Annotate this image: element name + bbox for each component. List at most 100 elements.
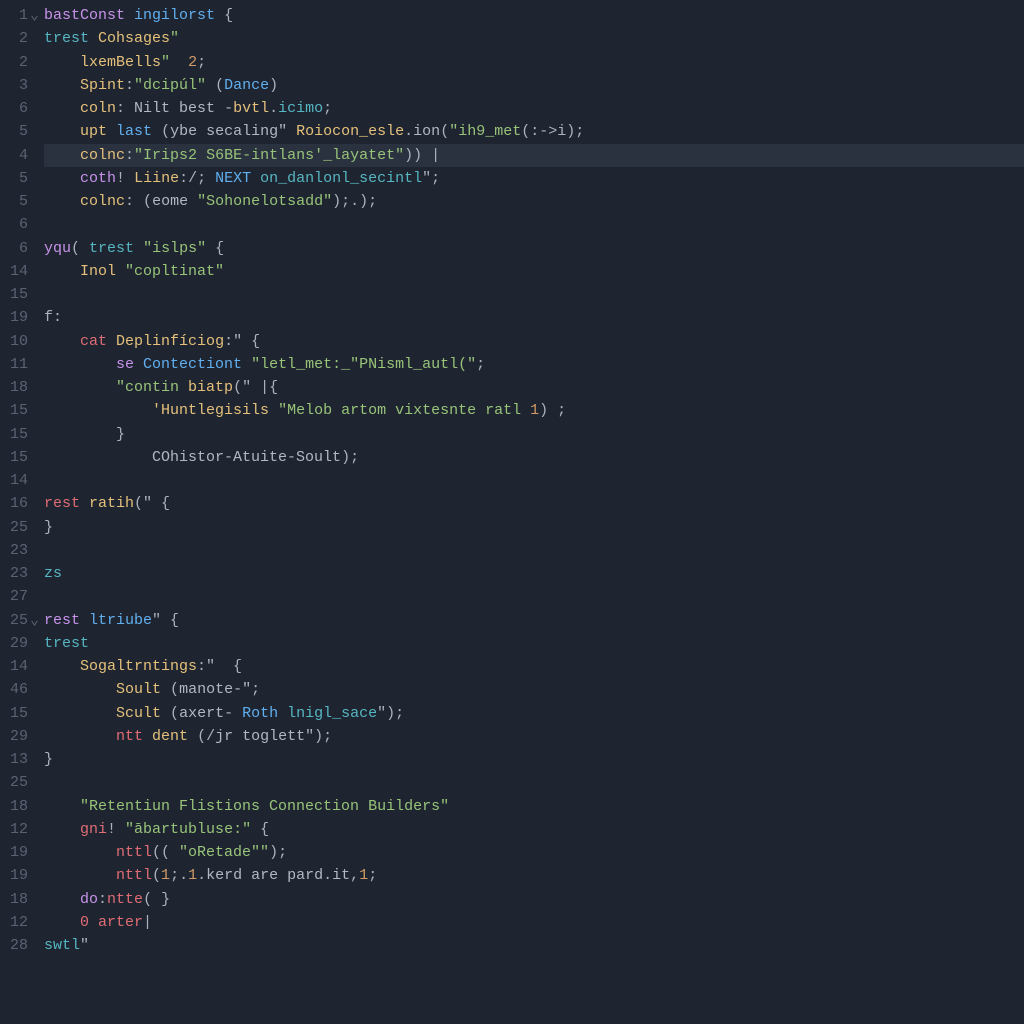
code-token: ion [413,123,440,140]
line-number: 25 [4,516,28,539]
code-token: cat [80,333,107,350]
code-line[interactable]: Inol "copltinat" [44,260,1024,283]
code-token [80,495,89,512]
code-line[interactable]: Spint:"dcipúl" (Dance) [44,74,1024,97]
code-token: coln [80,100,116,117]
code-token [188,728,197,745]
code-line[interactable]: upt last (ybe secaling" Roiocon_esle.ion… [44,120,1024,143]
line-number: 15 [4,702,28,725]
code-line[interactable]: se Contectiont "letl_met:_"PNisml_autl("… [44,353,1024,376]
code-token: ! [116,170,125,187]
code-token: ; [323,100,332,117]
code-token: 0 arter [80,914,143,931]
code-line[interactable]: "Retentiun Flistions Connection Builders… [44,795,1024,818]
code-line[interactable]: ntt dent (/jr toglett"); [44,725,1024,748]
code-token: ); [341,449,359,466]
code-token: Cohsages [98,30,170,47]
line-number: 46 [4,678,28,701]
code-line[interactable]: } [44,516,1024,539]
code-line[interactable]: trest Cohsages" [44,27,1024,50]
code-token: Nilt best [134,100,224,117]
code-line[interactable]: Scult (axert- Roth lnigl_sace"); [44,702,1024,725]
code-line[interactable]: f: [44,306,1024,329]
code-line[interactable] [44,585,1024,608]
code-line[interactable]: rest ratih(" { [44,492,1024,515]
code-line[interactable]: yqu( trest "islps" { [44,237,1024,260]
code-line[interactable]: nttl(( "oRetade""); [44,841,1024,864]
code-token: axert- [179,705,242,722]
code-token [206,77,215,94]
code-line[interactable] [44,771,1024,794]
code-token: (:->i); [521,123,584,140]
code-token: zs [44,565,62,582]
code-line[interactable]: cat Deplinfíciog:" { [44,330,1024,353]
code-line[interactable]: do:ntte( } [44,888,1024,911]
code-token: " { [152,612,179,629]
code-line[interactable] [44,283,1024,306]
code-line[interactable]: swtl" [44,934,1024,957]
code-token: { [215,240,224,257]
code-token: : [98,891,107,908]
code-line[interactable]: "contin biatp(" |{ [44,376,1024,399]
code-token: . [197,867,206,884]
code-token: (( [152,844,179,861]
code-token: trest [89,240,134,257]
code-token: : [125,77,134,94]
code-line[interactable]: lxemBells" 2; [44,51,1024,74]
code-line[interactable]: ⌄bastConst ingilorst { [44,4,1024,27]
code-line[interactable]: COhistor-Atuite-Soult); [44,446,1024,469]
code-line[interactable]: 0 arter| [44,911,1024,934]
code-token: last [116,123,152,140]
code-line[interactable]: zs [44,562,1024,585]
code-area[interactable]: ⌄bastConst ingilorst {trest Cohsages" lx… [36,0,1024,1024]
code-line[interactable]: colnc: (eome "Sohonelotsadd");.); [44,190,1024,213]
code-line[interactable]: } [44,423,1024,446]
code-token [269,402,278,419]
line-number: 23 [4,562,28,585]
code-token: Roth [242,705,278,722]
code-token [107,123,116,140]
code-line[interactable]: Sogaltrntings:" { [44,655,1024,678]
code-line[interactable]: } [44,748,1024,771]
code-token: "islps" [143,240,206,257]
code-line[interactable] [44,469,1024,492]
code-line[interactable]: coln: Nilt best -bvtl.icimo; [44,97,1024,120]
code-token: { [260,821,269,838]
code-token: 1 [359,867,368,884]
fold-chevron-icon[interactable]: ⌄ [30,4,40,27]
line-number: 29 [4,725,28,748]
line-number: 18 [4,376,28,399]
code-token: ; [197,54,206,71]
code-token: ) ; [539,402,566,419]
code-token: Dance [224,77,269,94]
code-line[interactable]: nttl(1;.1.kerd are pard.it,1; [44,864,1024,887]
code-token: (/ [197,728,215,745]
code-token: nttl [116,844,152,861]
code-token: swtl [44,937,80,954]
code-token: trest [44,635,89,652]
code-line[interactable]: Soult (manote-"; [44,678,1024,701]
fold-chevron-icon[interactable]: ⌄ [30,609,40,632]
code-line[interactable]: ⌄rest ltriube" { [44,609,1024,632]
line-number: 15 [4,283,28,306]
line-number: 18 [4,888,28,911]
code-line[interactable]: coth! Liine:/; NEXT on_danlonl_secintl"; [44,167,1024,190]
code-line[interactable] [44,539,1024,562]
code-token: on_danlonl_secintl [260,170,422,187]
code-token: Spint [80,77,125,94]
code-token: "Irips2 [134,147,197,164]
code-token: ( [215,77,224,94]
code-token [179,379,188,396]
code-line[interactable] [44,213,1024,236]
code-line[interactable]: trest [44,632,1024,655]
code-line[interactable]: 'Huntlegisils "Melob artom vixtesnte rat… [44,399,1024,422]
code-token: ingilorst [134,7,215,24]
line-number: 23 [4,539,28,562]
code-line[interactable]: colnc:"Irips2 S6BE-intlans'_layatet")) | [44,144,1024,167]
code-token: ( [143,193,152,210]
code-token [197,147,206,164]
code-token [251,821,260,838]
code-editor[interactable]: 1223654556614151910111815151514162523232… [0,0,1024,1024]
code-token: . [269,100,278,117]
code-line[interactable]: gni! "ābartubluse:" { [44,818,1024,841]
